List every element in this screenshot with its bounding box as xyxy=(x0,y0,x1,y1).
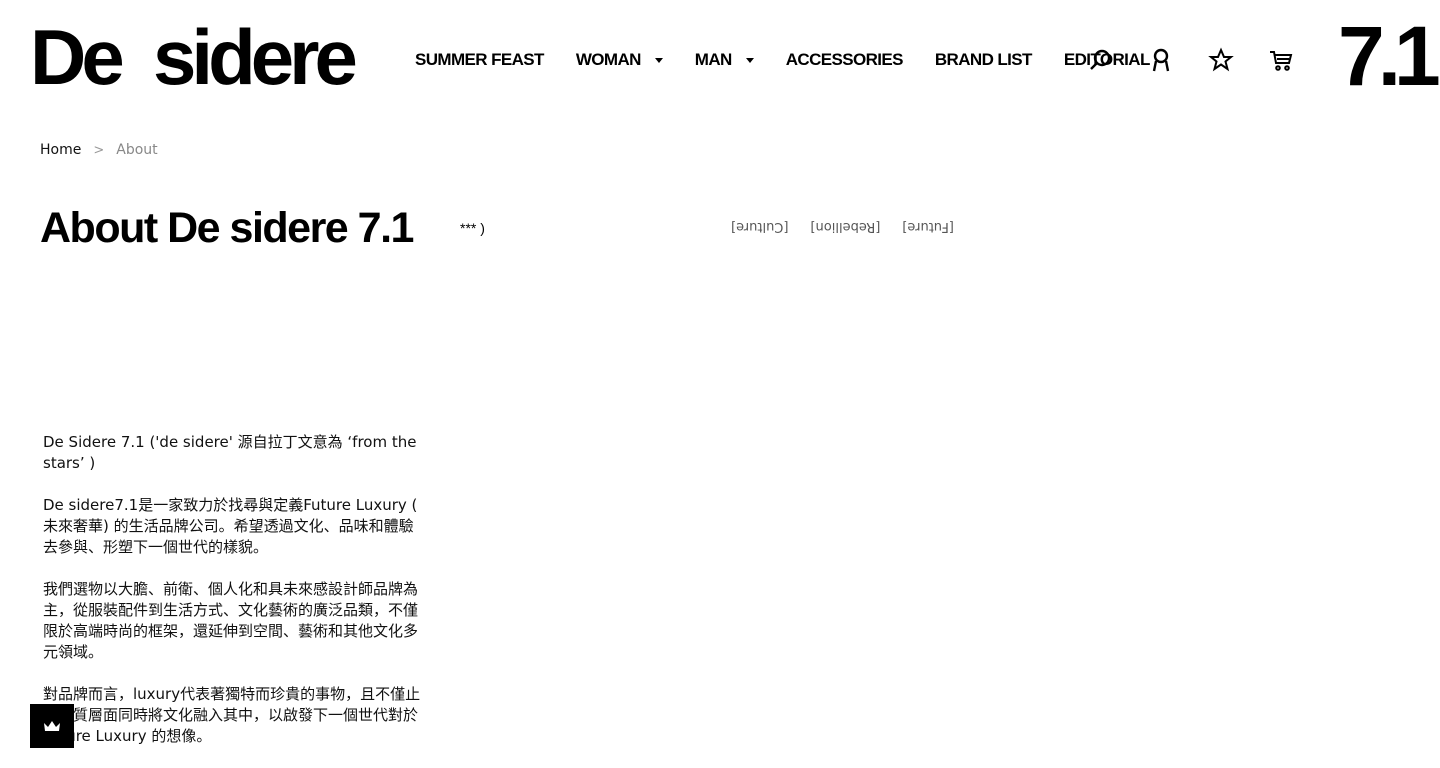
tag-culture: [Culture] xyxy=(731,219,789,234)
nav-item-summer-feast[interactable]: SUMMER FEAST xyxy=(415,50,544,70)
flipped-tags: [Future] [Rebellion] [Culture] xyxy=(720,219,965,234)
nav-item-label: WOMAN xyxy=(575,50,642,69)
about-paragraph: 我們選物以大膽、前衛、個人化和具未來感設計師品牌為主，從服裝配件到生活方式、文化… xyxy=(43,580,419,661)
chevron-down-icon xyxy=(654,57,663,63)
breadcrumb: Home > About xyxy=(40,142,158,158)
about-copy: De Sidere 7.1 ('de sidere' 源自拉丁文意為 ‘from… xyxy=(43,432,423,768)
star-icon[interactable] xyxy=(1205,44,1237,76)
breadcrumb-home-link[interactable]: Home xyxy=(40,142,81,158)
nav-item-label: ACCESSORIES xyxy=(785,50,904,69)
site-logo[interactable]: De sidere xyxy=(30,18,358,96)
nav-item-man[interactable]: MAN xyxy=(695,50,754,70)
tag-rebellion: [Rebellion] xyxy=(810,219,881,234)
user-icon[interactable] xyxy=(1145,44,1177,76)
breadcrumb-separator: > xyxy=(93,142,105,158)
brand-mark[interactable]: 7.1 xyxy=(1338,14,1440,98)
nav-item-accessories[interactable]: ACCESSORIES xyxy=(785,50,904,70)
cart-icon[interactable] xyxy=(1265,44,1297,76)
nav-item-label: SUMMER FEAST xyxy=(415,50,544,69)
tag-future: [Future] xyxy=(902,219,954,234)
about-paragraph: 對品牌而言，luxury代表著獨特而珍貴的事物，且不僅止於物質層面同時將文化融入… xyxy=(43,685,421,745)
nav-item-woman[interactable]: WOMAN xyxy=(576,50,663,70)
nav-item-label: BRAND LIST xyxy=(934,50,1033,69)
marquee-note: *** ) xyxy=(460,220,485,236)
header-icons xyxy=(1085,44,1325,76)
main-nav: SUMMER FEAST WOMAN MAN ACCESSORIES BRAND… xyxy=(415,48,1182,72)
search-icon[interactable] xyxy=(1085,44,1117,76)
crown-icon xyxy=(44,721,60,731)
about-paragraph: De Sidere 7.1 ('de sidere' 源自拉丁文意為 ‘from… xyxy=(43,433,417,472)
crown-button[interactable] xyxy=(30,704,74,748)
site-header: De sidere SUMMER FEAST WOMAN MAN ACCESSO… xyxy=(0,0,1440,120)
nav-item-label: MAN xyxy=(694,50,733,69)
page-title: About De sidere 7.1 xyxy=(40,204,414,252)
breadcrumb-current: About xyxy=(116,142,158,158)
about-paragraph: De sidere7.1是一家致力於找尋與定義Future Luxury ( 未… xyxy=(43,496,418,556)
chevron-down-icon xyxy=(745,57,754,63)
nav-item-brand-list[interactable]: BRAND LIST xyxy=(934,50,1033,70)
